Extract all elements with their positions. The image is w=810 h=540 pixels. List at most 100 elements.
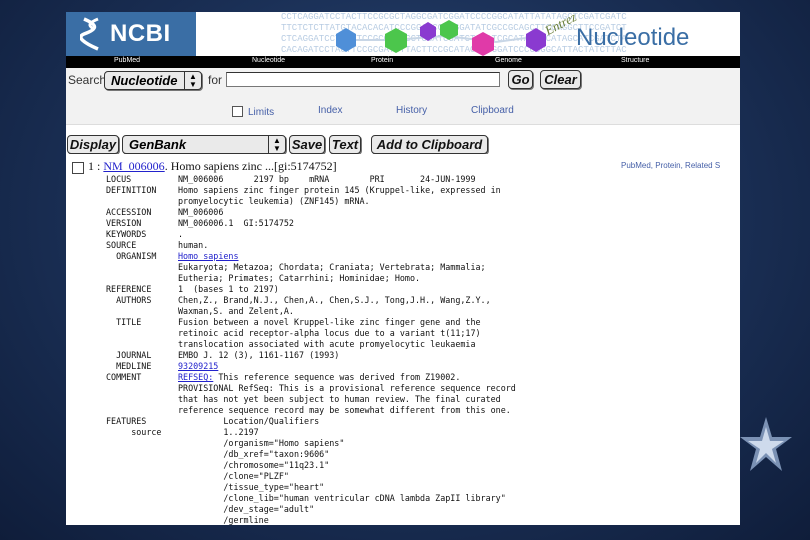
ncbi-logo-text: NCBI — [110, 20, 171, 47]
genbank-field-value: retinoic acid receptor-alpha locus due t… — [178, 328, 481, 339]
history-link[interactable]: History — [396, 105, 427, 116]
genbank-field-value: 1..2197 — [178, 427, 259, 438]
search-label: Search — [68, 73, 107, 87]
ncbi-logo[interactable]: NCBI — [66, 12, 196, 56]
genbank-line: AUTHORS Chen,Z., Brand,N.J., Chen,A., Che… — [106, 295, 736, 306]
hexagon-purple-2 — [526, 28, 546, 52]
record-title: 1 : NM_006006. Homo sapiens zinc ...[gi:… — [88, 159, 337, 174]
genbank-line: JOURNAL EMBO J. 12 (3), 1161-1167 (1993) — [106, 350, 736, 361]
related-links[interactable]: PubMed, Protein, Related S — [621, 161, 720, 170]
genbank-field-value: Homo sapiens — [178, 251, 239, 262]
genbank-line: promyelocytic leukemia) (ZNF145) mRNA. — [106, 196, 736, 207]
genbank-field-key: AUTHORS — [106, 295, 152, 305]
genbank-value-text: /chromosome="11q23.1" — [178, 460, 330, 470]
limits-checkbox[interactable] — [232, 106, 243, 117]
genbank-field-value: Homo sapiens zinc finger protein 145 (Kr… — [178, 185, 501, 196]
database-nav-bar: PubMed Nucleotide Protein Genome Structu… — [66, 56, 740, 68]
genbank-field-value: Location/Qualifiers — [178, 416, 319, 427]
genbank-field-key: KEYWORDS — [106, 229, 147, 239]
genbank-line: /germline — [106, 515, 736, 525]
genbank-field-key: DEFINITION — [106, 185, 157, 195]
genbank-value-text: NM_006006 — [178, 207, 224, 217]
display-toolbar: Display GenBank ▲ ▼ Save Text Add to Clip… — [66, 124, 740, 154]
genbank-value-text: /tissue_type="heart" — [178, 482, 325, 492]
genbank-link[interactable]: REFSEQ: — [178, 372, 213, 382]
database-select[interactable]: Nucleotide ▲ ▼ — [104, 71, 202, 90]
genbank-link[interactable]: 93209215 — [178, 361, 218, 371]
genbank-line: translocation associated with acute prom… — [106, 339, 736, 350]
molecule-graphic — [336, 20, 546, 56]
add-to-clipboard-button[interactable]: Add to Clipboard — [371, 135, 488, 154]
nav-item-nucleotide[interactable]: Nucleotide — [252, 57, 285, 64]
genbank-value-text: /db_xref="taxon:9606" — [178, 449, 330, 459]
genbank-line: /organism="Homo sapiens" — [106, 438, 736, 449]
genbank-field-key: VERSION — [106, 218, 142, 228]
genbank-value-text: NM_006006.1 GI:5174752 — [178, 218, 294, 228]
genbank-line: /clone_lib="human ventricular cDNA lambd… — [106, 493, 736, 504]
genbank-flatfile: LOCUS NM_006006 2197 bp mRNA PRI 24-JUN-1… — [106, 174, 736, 525]
genbank-field-key: SOURCE — [106, 240, 137, 250]
nav-item-structure[interactable]: Structure — [621, 57, 649, 64]
genbank-value-text: 1..2197 — [178, 427, 259, 437]
genbank-link[interactable]: Homo sapiens — [178, 251, 239, 261]
genbank-field-value: NM_006006 — [178, 207, 223, 218]
select-arrows-icon: ▲ ▼ — [184, 72, 201, 89]
genbank-value-text: /dev_stage="adult" — [178, 504, 315, 514]
nav-item-protein[interactable]: Protein — [371, 57, 393, 64]
genbank-value-text: Homo sapiens zinc finger protein 145 (Kr… — [178, 185, 501, 195]
record-checkbox[interactable] — [72, 162, 84, 174]
nav-item-pubmed[interactable]: PubMed — [114, 57, 140, 64]
genbank-value-text: Eutheria; Primates; Catarrhini; Hominida… — [178, 273, 421, 283]
clipboard-link[interactable]: Clipboard — [471, 105, 514, 116]
genbank-field-value: Waxman,S. and Zelent,A. — [178, 306, 294, 317]
genbank-value-text: PROVISIONAL RefSeq: This is a provisiona… — [178, 383, 516, 393]
hexagon-green — [385, 28, 407, 53]
genbank-field-value: /tissue_type="heart" — [178, 482, 324, 493]
genbank-value-text: EMBO J. 12 (3), 1161-1167 (1993) — [178, 350, 340, 360]
genbank-line: /db_xref="taxon:9606" — [106, 449, 736, 460]
genbank-field-value: /germline — [178, 515, 269, 525]
go-button[interactable]: Go — [508, 70, 533, 89]
genbank-value-text: . — [178, 229, 184, 239]
genbank-value-text: Eukaryota; Metazoa; Chordata; Craniata; … — [178, 262, 486, 272]
genbank-field-key: LOCUS — [106, 174, 132, 184]
genbank-line: VERSION NM_006006.1 GI:5174752 — [106, 218, 736, 229]
genbank-field-key: JOURNAL — [106, 350, 152, 360]
text-button[interactable]: Text — [329, 135, 361, 154]
genbank-value-text: /organism="Homo sapiens" — [178, 438, 345, 448]
browser-screenshot: CCTCAGGATCCTACTTCCGCGCTAGGCGATCGGATCCCCG… — [66, 12, 740, 525]
index-link[interactable]: Index — [318, 105, 342, 116]
genbank-line: KEYWORDS. — [106, 229, 736, 240]
genbank-line: retinoic acid receptor-alpha locus due t… — [106, 328, 736, 339]
genbank-value-text: Location/Qualifiers — [178, 416, 320, 426]
genbank-line: reference sequence record may be somewha… — [106, 405, 736, 416]
save-button[interactable]: Save — [289, 135, 325, 154]
genbank-field-value: /db_xref="taxon:9606" — [178, 449, 329, 460]
limits-link[interactable]: Limits — [248, 107, 274, 118]
ncbi-banner: CCTCAGGATCCTACTTCCGCGCTAGGCGATCGGATCCCCG… — [66, 12, 740, 56]
genbank-field-key: COMMENT — [106, 372, 142, 382]
genbank-field-value: 93209215 — [178, 361, 218, 372]
genbank-field-key: ACCESSION — [106, 207, 152, 217]
nav-item-genome[interactable]: Genome — [495, 57, 522, 64]
format-select[interactable]: GenBank ▲ ▼ — [122, 135, 286, 154]
genbank-value-text: /germline — [178, 515, 269, 525]
genbank-line: COMMENT REFSEQ: This reference sequence w… — [106, 372, 736, 383]
genbank-value-text: /clone="PLZF" — [178, 471, 289, 481]
genbank-value-text: /clone_lib="human ventricular cDNA lambd… — [178, 493, 506, 503]
genbank-field-value: reference sequence record may be somewha… — [178, 405, 511, 416]
genbank-line: Waxman,S. and Zelent,A. — [106, 306, 736, 317]
genbank-value-text: Waxman,S. and Zelent,A. — [178, 306, 294, 316]
clear-button[interactable]: Clear — [540, 70, 581, 89]
genbank-line: ORGANISM Homo sapiens — [106, 251, 736, 262]
genbank-value-text: human. — [178, 240, 209, 250]
genbank-field-value: REFSEQ: This reference sequence was deri… — [178, 372, 460, 383]
accession-link[interactable]: NM_006006 — [103, 159, 164, 173]
genbank-value-text: reference sequence record may be somewha… — [178, 405, 511, 415]
record-description: . Homo sapiens zinc ...[gi:5174752] — [164, 159, 337, 173]
genbank-line: /tissue_type="heart" — [106, 482, 736, 493]
genbank-field-value: NM_006006 2197 bp mRNA PRI 24-JUN-1999 — [178, 174, 476, 185]
display-button[interactable]: Display — [67, 135, 119, 154]
search-input[interactable] — [226, 72, 500, 87]
genbank-line: /clone="PLZF" — [106, 471, 736, 482]
